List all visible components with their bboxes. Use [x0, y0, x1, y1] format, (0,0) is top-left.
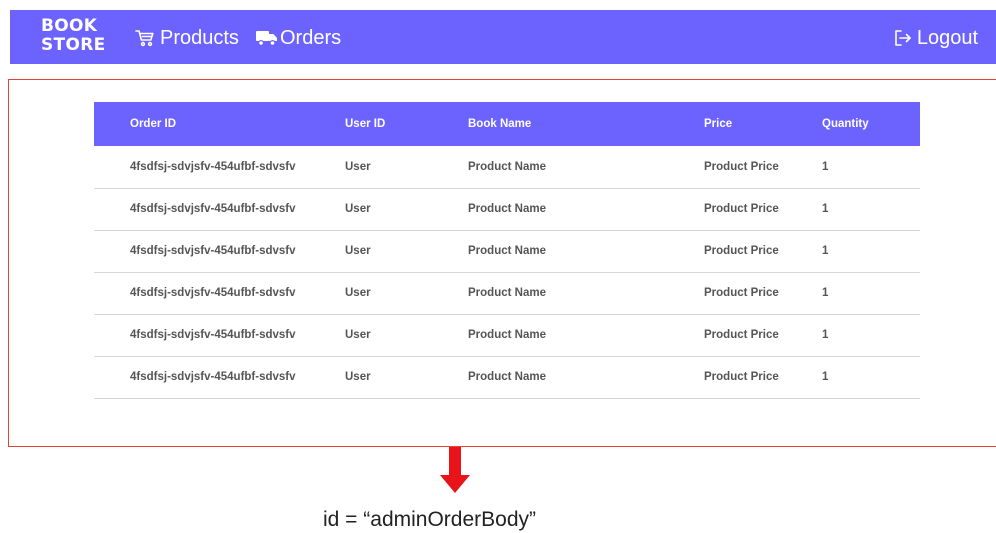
- cell-book-name: Product Name: [468, 188, 704, 231]
- table-row: 4fsdfsj-sdvjsfv-454ufbf-sdvsfv User Prod…: [94, 230, 920, 273]
- header-order-id: Order ID: [130, 118, 177, 130]
- cell-order-id: 4fsdfsj-sdvjsfv-454ufbf-sdvsfv: [94, 356, 345, 399]
- table-row: 4fsdfsj-sdvjsfv-454ufbf-sdvsfv User Prod…: [94, 146, 920, 189]
- cell-price: Product Price: [704, 356, 822, 399]
- cell-user-id: User: [345, 356, 468, 399]
- cell-user-id: User: [345, 272, 468, 315]
- cell-order-id: 4fsdfsj-sdvjsfv-454ufbf-sdvsfv: [94, 188, 345, 231]
- header-price: Price: [704, 118, 733, 130]
- nav-orders-link[interactable]: Orders: [256, 26, 341, 50]
- header-quantity: Quantity: [822, 118, 869, 130]
- table-row: 4fsdfsj-sdvjsfv-454ufbf-sdvsfv User Prod…: [94, 356, 920, 399]
- cell-order-id: 4fsdfsj-sdvjsfv-454ufbf-sdvsfv: [94, 230, 345, 273]
- orders-table-container: Order ID User ID Book Name Price Quantit…: [94, 102, 920, 399]
- table-row: 4fsdfsj-sdvjsfv-454ufbf-sdvsfv User Prod…: [94, 272, 920, 315]
- admin-order-body: Order ID User ID Book Name Price Quantit…: [8, 79, 996, 447]
- logout-button[interactable]: Logout: [894, 26, 978, 50]
- orders-table-head: Order ID User ID Book Name Price Quantit…: [94, 102, 920, 146]
- annotation-caption: id = “adminOrderBody”: [323, 508, 537, 531]
- table-row: 4fsdfsj-sdvjsfv-454ufbf-sdvsfv User Prod…: [94, 188, 920, 231]
- nav-orders-label: Orders: [280, 26, 342, 49]
- logo-line-1: BOOK: [41, 16, 98, 36]
- cell-book-name: Product Name: [468, 146, 704, 189]
- truck-icon: [256, 31, 277, 46]
- cell-quantity: 1: [822, 230, 920, 273]
- cell-book-name: Product Name: [468, 356, 704, 399]
- header-user-id: User ID: [345, 118, 386, 130]
- orders-table-body: 4fsdfsj-sdvjsfv-454ufbf-sdvsfv User Prod…: [94, 146, 920, 399]
- cell-user-id: User: [345, 188, 468, 231]
- logout-icon: [895, 30, 911, 46]
- cell-price: Product Price: [704, 272, 822, 315]
- cell-user-id: User: [345, 314, 468, 357]
- cell-quantity: 1: [822, 356, 920, 399]
- cell-user-id: User: [345, 230, 468, 273]
- cell-user-id: User: [345, 146, 468, 189]
- cell-order-id: 4fsdfsj-sdvjsfv-454ufbf-sdvsfv: [94, 314, 345, 357]
- table-row: 4fsdfsj-sdvjsfv-454ufbf-sdvsfv User Prod…: [94, 314, 920, 357]
- cell-quantity: 1: [822, 188, 920, 231]
- cell-book-name: Product Name: [468, 230, 704, 273]
- store-logo[interactable]: BOOK STORE: [41, 17, 106, 55]
- logout-label: Logout: [916, 26, 978, 49]
- cell-price: Product Price: [704, 188, 822, 231]
- cell-price: Product Price: [704, 146, 822, 189]
- cell-price: Product Price: [704, 230, 822, 273]
- nav-products-label: Products: [160, 26, 239, 49]
- cell-book-name: Product Name: [468, 272, 704, 315]
- header-row: Order ID User ID Book Name Price Quantit…: [94, 102, 920, 146]
- cell-price: Product Price: [704, 314, 822, 357]
- cell-order-id: 4fsdfsj-sdvjsfv-454ufbf-sdvsfv: [94, 146, 345, 189]
- down-arrow-icon: [440, 447, 470, 493]
- orders-table: Order ID User ID Book Name Price Quantit…: [94, 102, 920, 399]
- cell-order-id: 4fsdfsj-sdvjsfv-454ufbf-sdvsfv: [94, 272, 345, 315]
- cell-quantity: 1: [822, 272, 920, 315]
- logo-line-2: STORE: [41, 35, 106, 55]
- header-book-name: Book Name: [468, 118, 532, 130]
- navbar: BOOK STORE Products Orders Logout: [10, 10, 996, 64]
- cell-book-name: Product Name: [468, 314, 704, 357]
- cell-quantity: 1: [822, 146, 920, 189]
- cart-icon: [135, 30, 154, 47]
- nav-products-link[interactable]: Products: [135, 26, 239, 50]
- cell-quantity: 1: [822, 314, 920, 357]
